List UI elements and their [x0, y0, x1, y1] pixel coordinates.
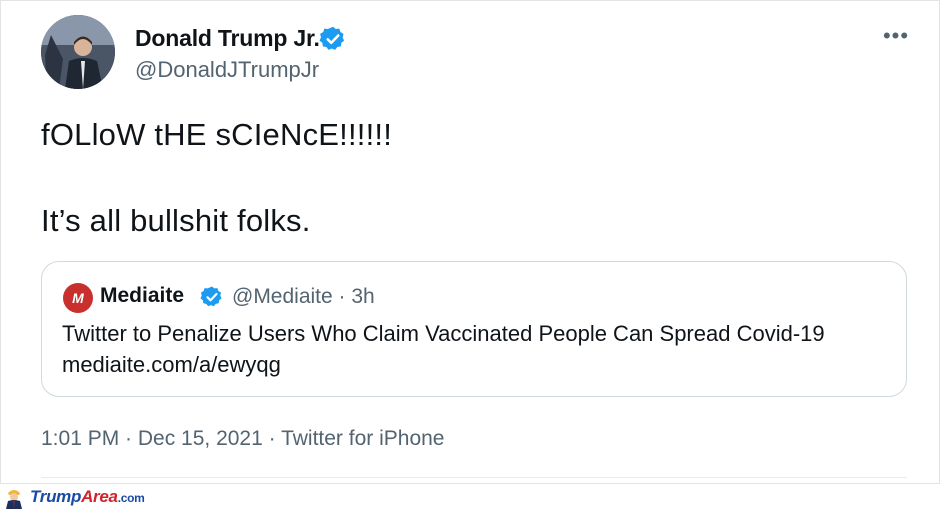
timestamp-text[interactable]: 1:01 PM · Dec 15, 2021 · — [41, 427, 281, 450]
mediaite-avatar[interactable]: M — [63, 283, 93, 313]
tweet-text-line1: fOLloW tHE sCIeNcE!!!!!! — [41, 117, 393, 152]
watermark-brand: TrumpArea.com — [30, 487, 145, 507]
quoted-display-name: Mediaite — [100, 284, 185, 307]
verified-badge-icon — [200, 286, 222, 307]
watermark: TrumpArea.com — [0, 484, 220, 510]
tweet-timestamp: 1:01 PM · Dec 15, 2021 · Twitter for iPh… — [41, 427, 444, 451]
quoted-handle-time: @Mediaite · 3h — [232, 285, 375, 308]
tweet-source[interactable]: Twitter for iPhone — [281, 427, 444, 450]
display-name[interactable]: Donald Trump Jr. — [135, 25, 320, 52]
more-options-icon[interactable]: ••• — [881, 21, 911, 51]
tweet-text-line2: It’s all bullshit folks. — [41, 203, 311, 238]
watermark-brand-part1: Trump — [30, 487, 82, 506]
avatar-photo-icon — [41, 15, 115, 89]
tweet-card: Donald Trump Jr. @DonaldJTrumpJr ••• fOL… — [0, 0, 940, 484]
user-handle[interactable]: @DonaldJTrumpJr — [135, 57, 319, 83]
quoted-tweet[interactable]: M Mediaite @Mediaite · 3h Twitter to Pen… — [41, 261, 907, 397]
watermark-brand-suffix: .com — [117, 491, 145, 505]
verified-badge-icon — [319, 26, 345, 50]
quoted-headline: Twitter to Penalize Users Who Claim Vacc… — [62, 321, 825, 346]
trump-figure-icon — [6, 490, 22, 509]
watermark-brand-part2: Area — [81, 487, 118, 506]
quoted-link[interactable]: mediaite.com/a/ewyqg — [62, 352, 281, 378]
divider — [41, 477, 907, 478]
avatar[interactable] — [41, 15, 115, 89]
